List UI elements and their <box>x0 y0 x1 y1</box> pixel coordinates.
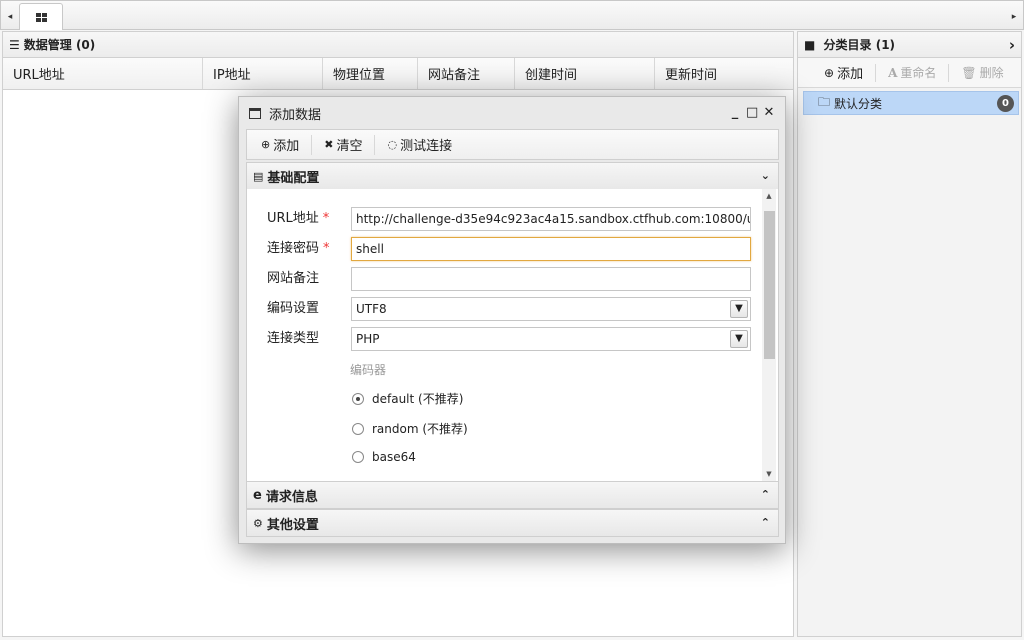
minimize-button[interactable]: _ <box>729 105 741 120</box>
category-item-default[interactable]: 🗀 默认分类 0 <box>803 91 1019 115</box>
password-label: 连接密码 * <box>267 241 330 256</box>
category-item-label: 默认分类 <box>834 96 883 111</box>
folder-icon: ■ <box>804 38 816 52</box>
data-panel-header: ☰ 数据管理 (0) <box>3 32 793 58</box>
url-input[interactable]: http://challenge-d35e94c923ac4a15.sandbo… <box>351 207 751 231</box>
note-label: 网站备注 <box>267 271 320 286</box>
scroll-up-icon[interactable]: ▲ <box>762 189 776 203</box>
add-data-dialog: 添加数据 _ □ ✕ ⊕ 添加 ✖ 清空 ◌ 测试连接 ▤ 基础配置 ⌄ URL… <box>238 96 786 544</box>
dialog-title-bar[interactable]: 添加数据 _ □ ✕ <box>239 97 785 129</box>
note-input[interactable] <box>351 267 751 291</box>
grid-icon <box>35 12 47 22</box>
category-panel-title: 分类目录 (1) <box>823 38 896 52</box>
delete-category-button[interactable]: 🗑 删除 <box>953 64 1011 81</box>
encoder-option-base64[interactable]: base64 <box>352 450 416 464</box>
radio-icon[interactable] <box>352 422 364 435</box>
tab-home[interactable] <box>19 3 63 30</box>
file-text-icon: ▤ <box>253 169 264 183</box>
gears-icon: ⚙ <box>253 516 263 530</box>
column-header-url[interactable]: URL地址 <box>3 58 203 89</box>
chevron-up-icon: ⌃ <box>760 516 770 529</box>
chevron-down-icon[interactable]: ▼ <box>730 330 748 348</box>
scrollbar-thumb[interactable] <box>764 211 775 359</box>
encoder-label: 编码器 <box>350 363 387 377</box>
add-category-button[interactable]: ⊕ 添加 <box>816 63 871 83</box>
toolbar-divider <box>875 63 877 82</box>
clear-button[interactable]: ✖ 清空 <box>320 135 366 154</box>
url-label: URL地址 * <box>267 211 330 226</box>
encoding-label: 编码设置 <box>267 301 320 316</box>
spinner-icon: ◌ <box>387 138 398 151</box>
basic-config-header[interactable]: ▤ 基础配置 ⌄ <box>246 162 779 190</box>
encoding-select[interactable]: UTF8 ▼ <box>351 297 751 321</box>
column-header-location[interactable]: 物理位置 <box>323 58 418 89</box>
column-header-updated[interactable]: 更新时间 <box>655 58 793 89</box>
chevron-down-icon[interactable]: ▼ <box>730 300 748 318</box>
toolbar-divider <box>374 134 376 155</box>
column-header-ip[interactable]: IP地址 <box>203 58 323 89</box>
radio-icon[interactable] <box>352 451 364 463</box>
column-header-created[interactable]: 创建时间 <box>515 58 655 89</box>
category-count-badge: 0 <box>997 95 1014 112</box>
maximize-button[interactable]: □ <box>746 105 758 120</box>
ie-icon: e <box>253 487 262 503</box>
close-icon: ✖ <box>324 138 334 151</box>
radio-checked-icon[interactable] <box>352 392 364 405</box>
toolbar-divider <box>948 63 950 82</box>
toolbar-divider <box>311 134 313 155</box>
data-panel-title: 数据管理 (0) <box>23 38 96 52</box>
scroll-down-icon[interactable]: ▼ <box>762 467 776 481</box>
folder-open-icon: 🗀 <box>818 94 831 109</box>
rename-category-button[interactable]: A 重命名 <box>880 64 944 81</box>
column-header-note[interactable]: 网站备注 <box>418 58 515 89</box>
dialog-toolbar: ⊕ 添加 ✖ 清空 ◌ 测试连接 <box>246 129 779 160</box>
password-input[interactable]: shell <box>351 237 751 261</box>
category-toolbar: ⊕ 添加 A 重命名 🗑 删除 <box>798 58 1021 88</box>
dialog-title: 添加数据 <box>269 107 322 123</box>
basic-config-body: URL地址 * http://challenge-d35e94c923ac4a15… <box>246 189 779 481</box>
window-icon <box>249 107 261 119</box>
add-button[interactable]: ⊕ 添加 <box>257 135 303 154</box>
encoder-option-random[interactable]: random (不推荐) <box>352 420 468 437</box>
plus-circle-icon: ⊕ <box>824 65 835 80</box>
trash-icon: 🗑 <box>961 65 977 80</box>
type-select[interactable]: PHP ▼ <box>351 327 751 351</box>
font-icon: A <box>888 65 898 80</box>
type-label: 连接类型 <box>267 331 320 346</box>
encoder-option-default[interactable]: default (不推荐) <box>352 390 463 407</box>
plus-circle-icon: ⊕ <box>261 138 271 151</box>
tab-scroll-right-button[interactable]: ▸ <box>1007 6 1021 28</box>
test-connection-button[interactable]: ◌ 测试连接 <box>383 135 456 154</box>
vertical-scrollbar[interactable]: ▲ ▼ <box>762 189 776 481</box>
category-panel-header: ■ 分类目录 (1) › <box>798 32 1021 58</box>
list-icon: ☰ <box>9 37 20 52</box>
chevron-down-icon: ⌄ <box>760 169 770 182</box>
collapse-panel-icon[interactable]: › <box>1009 36 1015 54</box>
category-panel: ■ 分类目录 (1) › ⊕ 添加 A 重命名 🗑 删除 🗀 默认分类 0 <box>797 31 1022 637</box>
other-settings-header[interactable]: ⚙ 其他设置 ⌃ <box>246 509 779 537</box>
request-info-header[interactable]: e 请求信息 ⌃ <box>246 481 779 509</box>
tab-scroll-left-button[interactable]: ◂ <box>3 6 17 28</box>
chevron-up-icon: ⌃ <box>760 488 770 501</box>
tab-bar: ◂ ▸ <box>0 0 1024 30</box>
close-button[interactable]: ✕ <box>763 105 775 120</box>
data-grid-header: URL地址 IP地址 物理位置 网站备注 创建时间 更新时间 <box>3 58 793 90</box>
